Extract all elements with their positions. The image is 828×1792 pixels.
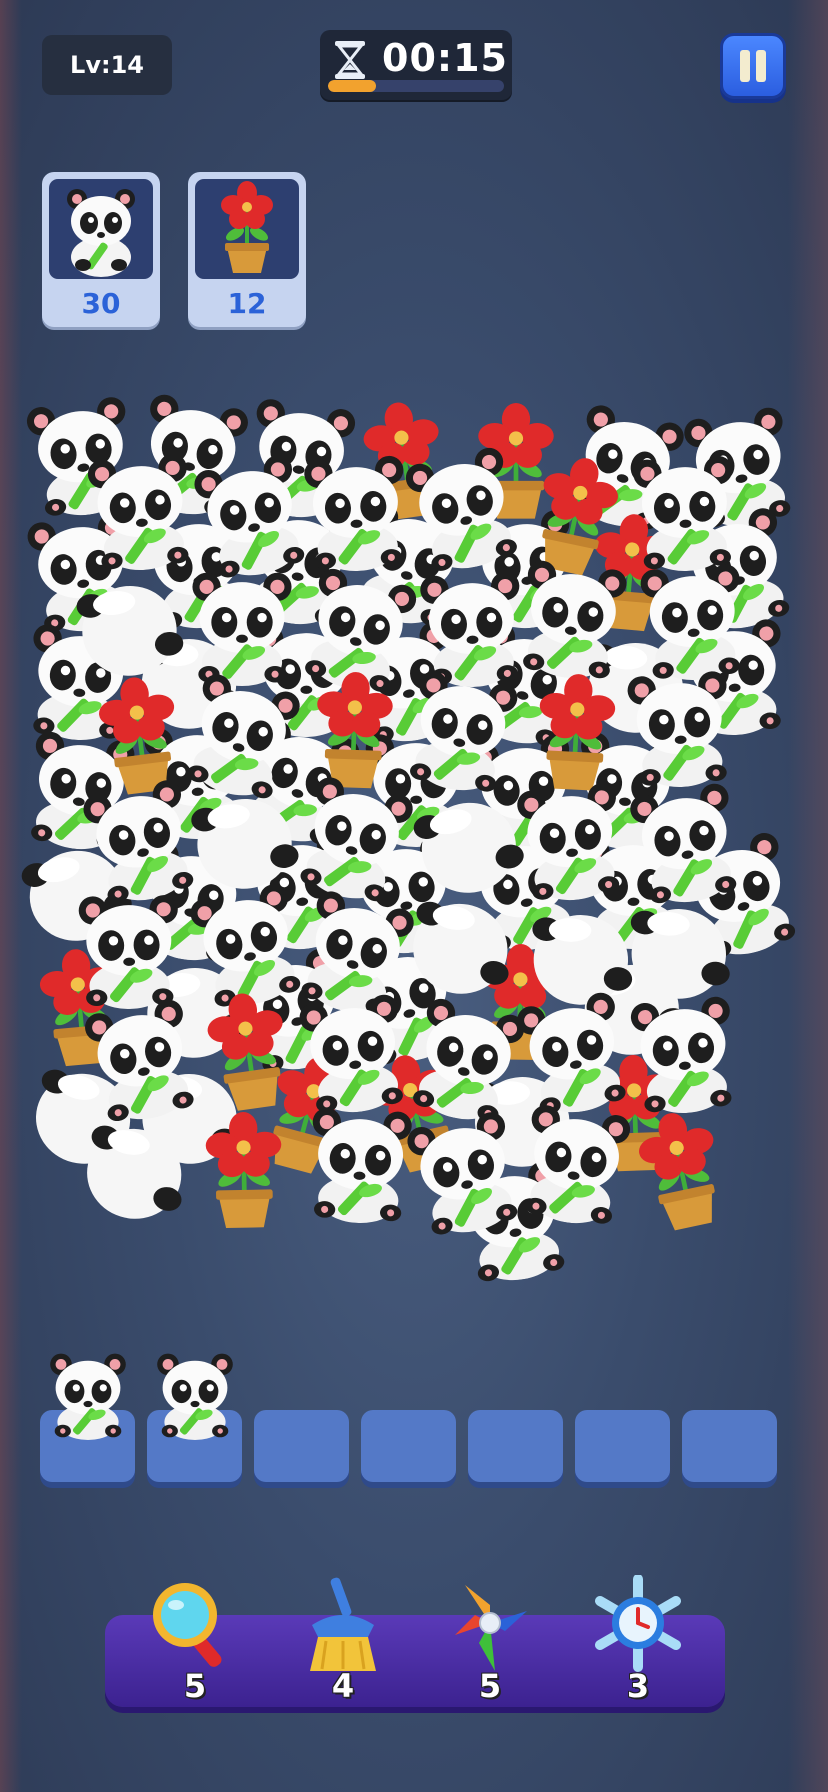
booster-count-magnifier: 5 — [183, 1667, 207, 1705]
level-badge: Lv:14 — [42, 35, 172, 95]
booster-freeze[interactable]: 3 — [583, 1574, 693, 1705]
slot-3 — [254, 1410, 349, 1482]
timer-progress-bar — [328, 80, 504, 92]
magnifier-icon — [153, 1583, 222, 1667]
flower-tile[interactable] — [184, 1111, 304, 1235]
goal-card-panda: 30 — [42, 172, 160, 327]
flower-pot-icon — [221, 181, 273, 273]
hourglass-icon — [335, 41, 365, 79]
goal-image-flower — [195, 179, 299, 279]
booster-count-freeze: 3 — [626, 1667, 650, 1705]
goal-count-panda: 30 — [81, 287, 121, 320]
broom-icon — [310, 1577, 376, 1671]
booster-broom[interactable]: 4 — [288, 1575, 398, 1705]
goal-card-flower: 12 — [188, 172, 306, 327]
slot-4 — [361, 1410, 456, 1482]
goal-count-flower: 12 — [227, 287, 267, 320]
booster-count-pinwheel: 5 — [478, 1667, 502, 1705]
panda-back-tile[interactable] — [393, 875, 530, 1016]
pause-button[interactable] — [720, 33, 786, 99]
panda-tile[interactable] — [623, 449, 747, 577]
slot-7 — [682, 1410, 777, 1482]
panda-tile[interactable] — [506, 553, 638, 688]
timer-progress-fill — [328, 80, 376, 92]
game-board[interactable] — [22, 394, 800, 1281]
booster-magnifier[interactable]: 5 — [140, 1575, 250, 1705]
slot-item-panda — [43, 1350, 133, 1450]
flower-tile[interactable] — [611, 1101, 752, 1245]
slot-item-panda — [150, 1350, 240, 1450]
slot-5 — [468, 1410, 563, 1482]
panda-tile[interactable] — [77, 447, 205, 579]
timer-panel: 00:15 — [320, 30, 512, 100]
slot-6 — [575, 1410, 670, 1482]
panda-tile[interactable] — [506, 777, 636, 911]
booster-count-broom: 4 — [331, 1667, 355, 1705]
timer-text: 00:15 — [382, 36, 508, 80]
pinwheel-icon — [455, 1585, 527, 1671]
goal-image-panda — [49, 179, 153, 279]
freeze-clock-icon — [595, 1574, 681, 1672]
panda-tile[interactable] — [620, 990, 748, 1122]
booster-pinwheel[interactable]: 5 — [435, 1575, 545, 1705]
panda-tile[interactable] — [617, 665, 743, 795]
panda-icon — [67, 189, 135, 277]
